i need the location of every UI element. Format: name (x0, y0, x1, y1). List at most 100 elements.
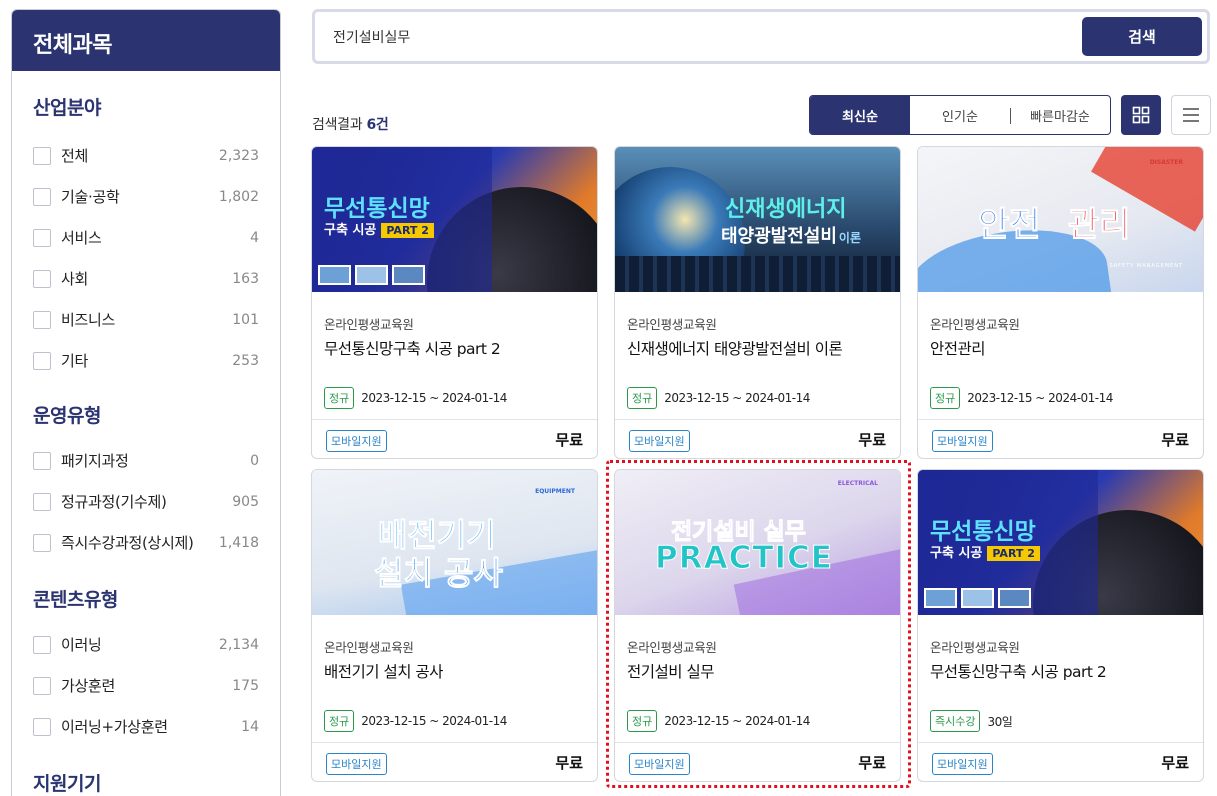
filter-count: 253 (232, 352, 259, 369)
filter-item-regular[interactable]: 정규과정(기수제) 905 (33, 481, 259, 522)
course-card[interactable]: EQUIPMENT 배전기기 설치 공사 온라인평생교육원 배전기기 설치 공사… (311, 469, 598, 782)
checkbox[interactable] (33, 310, 51, 329)
filter-label: 이러닝+가상훈련 (61, 718, 168, 736)
course-price: 무료 (555, 754, 583, 772)
thumbnail-title-line1: 신재생에너지 (725, 197, 847, 222)
part-tag: PART 2 (381, 223, 434, 238)
thumbnail-title-line2: 구축 시공 PART 2 (324, 219, 434, 238)
search-box: 검색 (312, 9, 1210, 64)
sort-tab-latest[interactable]: 최신순 (810, 96, 910, 134)
thumbnail-title-line2: 구축 시공 PART 2 (930, 542, 1040, 561)
filter-label: 사회 (61, 270, 89, 288)
filter-item-all[interactable]: 전체 2,323 (33, 135, 259, 176)
regular-badge: 정규 (930, 387, 961, 409)
group-title-content: 콘텐츠유형 (33, 589, 118, 611)
filter-label: 전체 (61, 147, 89, 165)
grid-icon (1132, 106, 1150, 124)
checkbox[interactable] (33, 492, 51, 511)
thumbnail-title-line1: 무선통신망 (930, 519, 1036, 545)
course-title[interactable]: 전기설비 실무 (627, 660, 888, 682)
list-icon (1183, 108, 1199, 122)
thumbnail-subtitle: 태양광발전설비 (721, 226, 837, 247)
filter-item-society[interactable]: 사회 163 (33, 258, 259, 299)
filter-item-business[interactable]: 비즈니스 101 (33, 299, 259, 340)
course-provider: 온라인평생교육원 (930, 317, 1020, 332)
filter-item-etc[interactable]: 기타 253 (33, 340, 259, 381)
filter-label: 기술·공학 (61, 188, 120, 206)
course-card[interactable]: 무선통신망 구축 시공 PART 2 온라인평생교육원 무선통신망구축 시공 pa… (917, 469, 1204, 782)
filter-label: 가상훈련 (61, 677, 116, 695)
mobile-support-badge: 모바일지원 (932, 753, 993, 775)
course-period: 2023-12-15 ~ 2024-01-14 (361, 714, 507, 728)
checkbox[interactable] (33, 717, 51, 736)
mobile-support-badge: 모바일지원 (629, 430, 690, 452)
filter-item-engineering[interactable]: 기술·공학 1,802 (33, 176, 259, 217)
checkbox[interactable] (33, 351, 51, 370)
course-title[interactable]: 무선통신망구축 시공 part 2 (930, 660, 1191, 682)
filter-item-elearning[interactable]: 이러닝 2,134 (33, 624, 259, 665)
thumbnail-subtitle: 구축 시공 (324, 223, 377, 238)
mobile-support-badge: 모바일지원 (326, 430, 387, 452)
course-card[interactable]: 무선통신망 구축 시공 PART 2 온라인평생교육원 무선통신망구축 시공 pa… (311, 146, 598, 459)
sort-tab-popular[interactable]: 인기순 (910, 96, 1010, 134)
course-provider: 온라인평생교육원 (627, 317, 717, 332)
course-card[interactable]: ELECTRICAL 전기설비 실무 PRACTICE 온라인평생교육원 전기설… (614, 469, 901, 782)
course-card[interactable]: 신재생에너지 태양광발전설비 이론 온라인평생교육원 신재생에너지 태양광발전설비… (614, 146, 901, 459)
mobile-support-badge: 모바일지원 (629, 753, 690, 775)
thumbnail-subtitle: 구축 시공 (930, 546, 983, 561)
filter-group-operation: 운영유형 패키지과정 0 정규과정(기수제) 905 즉시수강과정(상시제) 1,41… (12, 401, 280, 563)
course-period: 2023-12-15 ~ 2024-01-14 (664, 714, 810, 728)
sort-tab-deadline[interactable]: 빠른마감순 (1010, 96, 1110, 134)
regular-badge: 정규 (627, 710, 658, 732)
checkbox[interactable] (33, 676, 51, 695)
thumbnail-title-line2: PRACTICE (655, 540, 833, 577)
course-provider: 온라인평생교육원 (930, 640, 1020, 655)
course-title[interactable]: 안전관리 (930, 337, 1191, 359)
checkbox[interactable] (33, 146, 51, 165)
filter-count: 905 (232, 493, 259, 510)
course-period: 2023-12-15 ~ 2024-01-14 (664, 391, 810, 405)
search-button[interactable]: 검색 (1082, 17, 1202, 56)
checkbox[interactable] (33, 187, 51, 206)
course-title[interactable]: 신재생에너지 태양광발전설비 이론 (627, 337, 888, 359)
course-period: 30일 (987, 714, 1013, 729)
filter-count: 1,802 (218, 188, 259, 205)
checkbox[interactable] (33, 635, 51, 654)
checkbox[interactable] (33, 228, 51, 247)
course-period: 2023-12-15 ~ 2024-01-14 (361, 391, 507, 405)
course-thumbnail: DISASTER 안전 관리 SAFETY MANAGEMENT (918, 147, 1203, 292)
filter-count: 1,418 (218, 534, 259, 551)
filter-item-service[interactable]: 서비스 4 (33, 217, 259, 258)
course-thumbnail: 무선통신망 구축 시공 PART 2 (918, 470, 1203, 615)
filter-label: 즉시수강과정(상시제) (61, 534, 194, 552)
filter-count: 175 (232, 677, 259, 694)
filter-item-elearning-virtual[interactable]: 이러닝+가상훈련 14 (33, 706, 259, 747)
filter-item-package[interactable]: 패키지과정 0 (33, 440, 259, 481)
filter-group-industry: 산업분야 전체 2,323 기술·공학 1,802 서비스 4 사회 163 비즈니스 1… (12, 93, 280, 381)
group-title-operation: 운영유형 (33, 405, 101, 427)
filter-item-instant[interactable]: 즉시수강과정(상시제) 1,418 (33, 522, 259, 563)
course-price: 무료 (858, 431, 886, 449)
course-price: 무료 (1161, 754, 1189, 772)
checkbox[interactable] (33, 451, 51, 470)
course-card[interactable]: DISASTER 안전 관리 SAFETY MANAGEMENT 온라인평생교육… (917, 146, 1204, 459)
course-title[interactable]: 배전기기 설치 공사 (324, 660, 585, 682)
mobile-support-badge: 모바일지원 (932, 430, 993, 452)
filter-label: 기타 (61, 352, 89, 370)
thumbnail-title-word2: 관리 (1068, 205, 1132, 246)
grid-view-button[interactable] (1121, 95, 1161, 135)
list-view-button[interactable] (1171, 95, 1211, 135)
checkbox[interactable] (33, 533, 51, 552)
checkbox[interactable] (33, 269, 51, 288)
course-provider: 온라인평생교육원 (324, 640, 414, 655)
regular-badge: 정규 (627, 387, 658, 409)
sidebar-title: 전체과목 (12, 10, 280, 71)
course-price: 무료 (1161, 431, 1189, 449)
search-input[interactable] (333, 26, 1073, 48)
course-period: 2023-12-15 ~ 2024-01-14 (967, 391, 1113, 405)
course-title[interactable]: 무선통신망구축 시공 part 2 (324, 337, 585, 359)
filter-item-virtual[interactable]: 가상훈련 175 (33, 665, 259, 706)
course-provider: 온라인평생교육원 (324, 317, 414, 332)
filter-group-device: 지원기기 (12, 769, 280, 796)
filter-count: 163 (232, 270, 259, 287)
